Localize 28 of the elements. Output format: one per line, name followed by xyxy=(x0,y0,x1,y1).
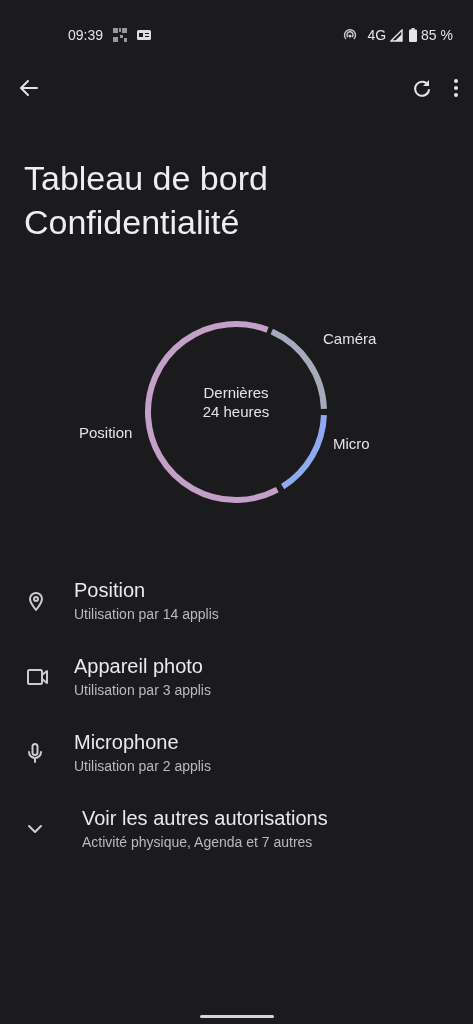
battery-percent: 85 % xyxy=(421,27,453,43)
permission-title[interactable]: Voir les autres autorisations xyxy=(82,807,328,830)
ring-label: Position xyxy=(79,424,133,441)
permission-title[interactable]: Position xyxy=(74,579,219,602)
id-card-icon xyxy=(137,30,152,40)
page-title: Tableau de bord Confidentialité xyxy=(24,158,269,243)
signal-icon xyxy=(390,28,404,42)
permission-subtitle: Utilisation par 2 applis xyxy=(74,758,211,774)
video-camera-icon xyxy=(26,667,50,686)
clock-time: 09:39 xyxy=(68,27,104,43)
qr-code-icon xyxy=(113,28,128,42)
ring-label: Micro xyxy=(333,435,370,452)
permission-subtitle: Utilisation par 14 applis xyxy=(74,606,219,622)
permission-title[interactable]: Appareil photo xyxy=(74,655,211,678)
network-type: 4G xyxy=(367,27,387,43)
permission-title[interactable]: Microphone xyxy=(74,731,211,754)
ring-center-text: Dernières xyxy=(203,384,269,401)
chevron-down-icon[interactable] xyxy=(26,822,44,835)
permission-subtitle: Activité physique, Agenda et 7 autres xyxy=(82,834,314,850)
ring-label: Caméra xyxy=(323,330,377,347)
back-button[interactable] xyxy=(18,77,40,99)
hotspot-icon xyxy=(343,29,358,41)
ring-center-text: 24 heures xyxy=(202,403,270,420)
location-pin-icon xyxy=(26,589,46,612)
more-options-button[interactable] xyxy=(453,78,459,98)
battery-icon xyxy=(409,28,418,42)
permission-subtitle: Utilisation par 3 applis xyxy=(74,682,211,698)
microphone-icon xyxy=(26,741,44,764)
